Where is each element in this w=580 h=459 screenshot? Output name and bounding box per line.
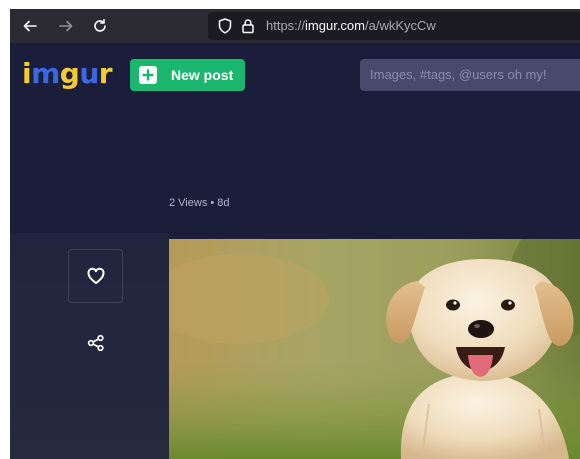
heart-icon [87, 267, 104, 284]
browser-window: https://imgur.com/a/wkKycCw imgur New po… [10, 9, 580, 459]
forward-button[interactable] [54, 14, 78, 38]
logo-letter: r [98, 57, 113, 90]
arrow-right-icon [59, 20, 73, 32]
reload-icon [94, 19, 106, 32]
logo-letter: u [79, 57, 99, 90]
imgur-page: imgur New post Images, #tags, @users oh … [10, 43, 580, 459]
logo-letter: i [22, 57, 32, 90]
logo-letter: g [59, 57, 80, 90]
plus-icon [139, 66, 157, 84]
browser-toolbar: https://imgur.com/a/wkKycCw [10, 9, 580, 43]
post-meta: 2 Views • 8d [169, 197, 230, 209]
like-button[interactable] [68, 249, 123, 303]
logo-letter: m [31, 57, 60, 90]
new-post-button[interactable]: New post [130, 59, 245, 91]
imgur-logo[interactable]: imgur [22, 57, 113, 90]
search-input[interactable]: Images, #tags, @users oh my! [360, 59, 580, 91]
arrow-left-icon [23, 20, 37, 32]
share-icon[interactable] [87, 334, 105, 352]
url-path: /a/wkKycCw [365, 18, 436, 33]
url-prefix: https:// [266, 18, 306, 33]
address-bar[interactable]: https://imgur.com/a/wkKycCw [208, 12, 580, 40]
url-text[interactable]: https://imgur.com/a/wkKycCw [266, 18, 436, 33]
search-placeholder: Images, #tags, @users oh my! [370, 67, 547, 82]
puppy-photo [169, 239, 580, 459]
url-host: imgur.com [305, 18, 365, 33]
lock-icon[interactable] [239, 17, 257, 35]
back-button[interactable] [18, 14, 42, 38]
new-post-label: New post [171, 67, 234, 83]
tracking-shield-icon[interactable] [216, 17, 234, 35]
reload-button[interactable] [88, 14, 112, 38]
post-image-puppy[interactable] [169, 239, 580, 459]
